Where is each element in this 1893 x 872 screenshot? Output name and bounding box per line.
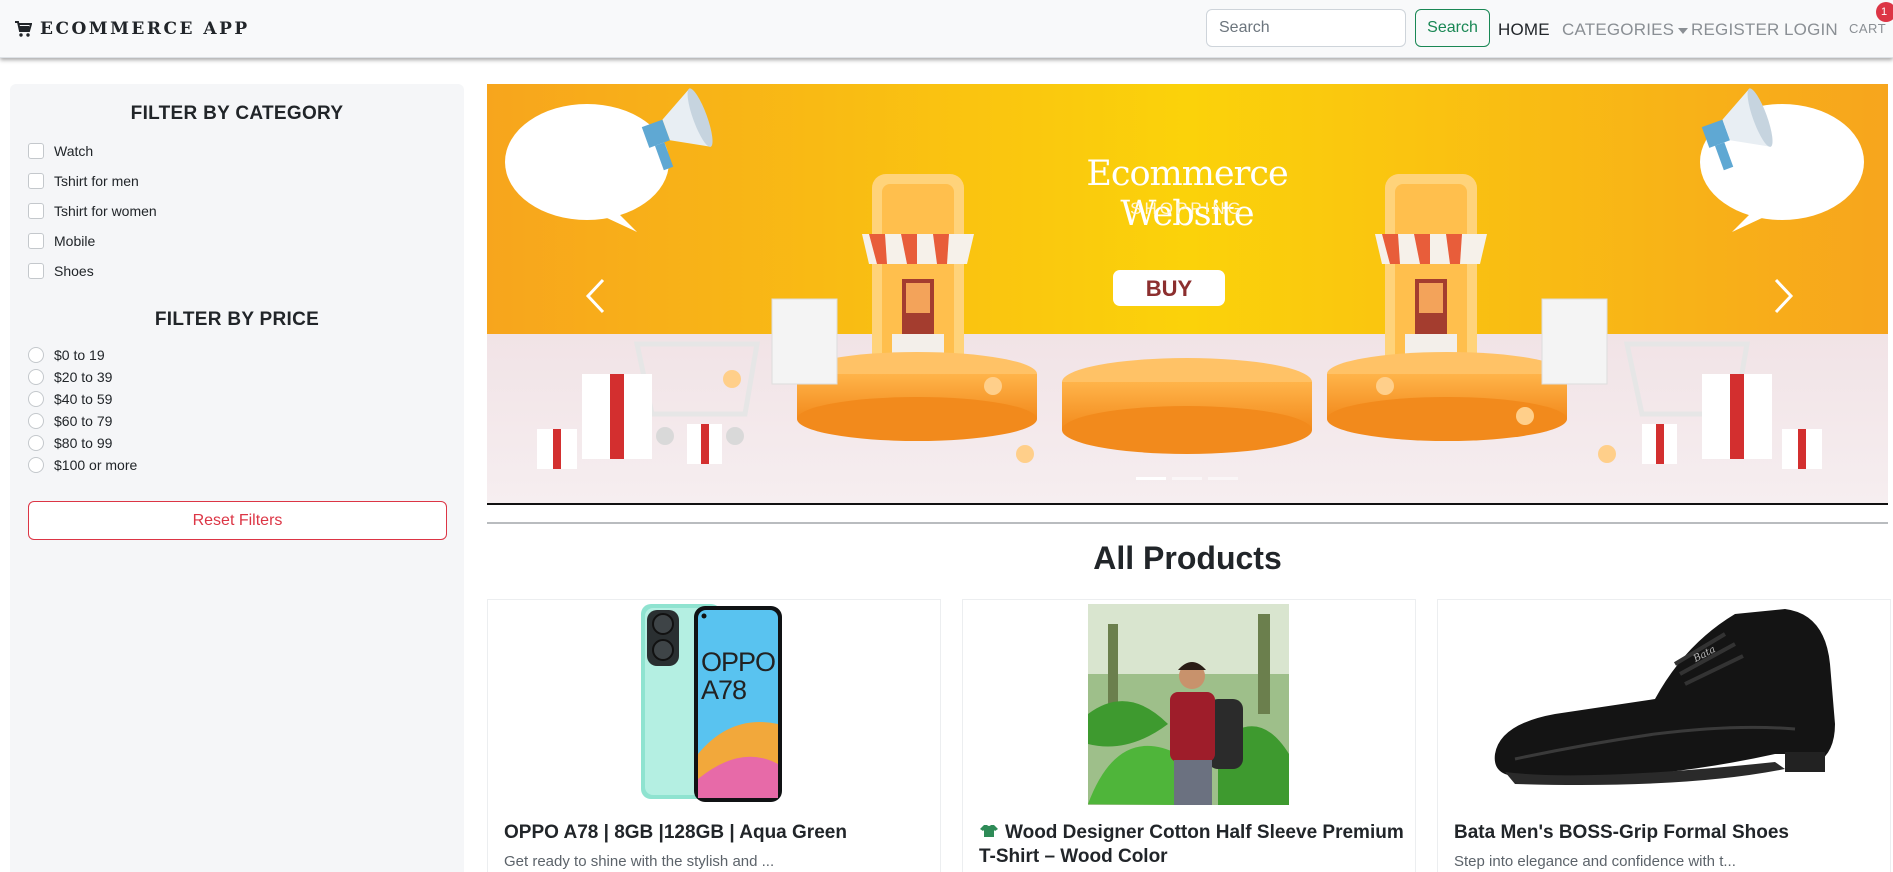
category-filter-title: FILTER BY CATEGORY [130, 103, 344, 124]
cart-icon [15, 21, 32, 37]
brand-name: ECOMMERCE APP [40, 19, 250, 39]
price-label: $40 to 59 [54, 391, 113, 407]
product-title-text: Wood Designer Cotton Half Sleeve Premium… [979, 822, 1404, 867]
product-title[interactable]: Bata Men's BOSS-Grip Formal Shoes [1454, 821, 1884, 845]
product-title[interactable]: OPPO A78 | 8GB |128GB | Aqua Green [504, 821, 934, 845]
navbar: ECOMMERCE APP Search HOME CATEGORIES REG… [0, 0, 1893, 58]
price-filter-80-99[interactable]: $80 to 99 [28, 435, 112, 451]
category-label: Mobile [54, 233, 96, 249]
carousel-indicator-1[interactable] [1136, 477, 1166, 480]
radio-button[interactable] [28, 413, 44, 429]
product-description: Step into elegance and confidence with t… [1454, 853, 1736, 870]
price-filter-40-59[interactable]: $40 to 59 [28, 391, 112, 407]
price-filter-100-plus[interactable]: $100 or more [28, 457, 137, 473]
chevron-right-icon[interactable] [1772, 276, 1796, 316]
product-card[interactable]: OPPO A78 OPPO A78 | 8GB |128GB | Aqua Gr… [487, 599, 941, 872]
category-label: Tshirt for men [54, 173, 139, 189]
nav-categories-dropdown[interactable]: CATEGORIES [1562, 20, 1689, 40]
product-card[interactable]: Bata Bata Men's BOSS-Grip Formal Shoes S… [1437, 599, 1891, 872]
price-filter-20-39[interactable]: $20 to 39 [28, 369, 112, 385]
reset-filters-button[interactable]: Reset Filters [28, 501, 447, 540]
banner-subtitle: SHOPPING [1130, 199, 1244, 218]
category-label: Shoes [54, 263, 94, 279]
banner-title: Ecommerce Website [1086, 154, 1288, 234]
price-filter-0-19[interactable]: $0 to 19 [28, 347, 105, 363]
filter-sidebar: FILTER BY CATEGORY Watch Tshirt for men … [10, 84, 464, 872]
chevron-down-icon [1678, 28, 1689, 34]
category-label: Watch [54, 143, 94, 159]
product-card[interactable]: Wood Designer Cotton Half Sleeve Premium… [962, 599, 1416, 872]
checkbox[interactable] [28, 203, 44, 219]
price-label: $80 to 99 [54, 435, 113, 451]
price-label: $20 to 39 [54, 369, 113, 385]
category-filter-tshirt-women[interactable]: Tshirt for women [28, 203, 157, 219]
product-title[interactable]: Wood Designer Cotton Half Sleeve Premium… [979, 821, 1409, 869]
price-label: $0 to 19 [54, 347, 105, 363]
carousel-indicator-2[interactable] [1172, 477, 1202, 480]
section-divider [487, 522, 1888, 524]
all-products-heading: All Products [1093, 540, 1282, 576]
checkbox[interactable] [28, 263, 44, 279]
nav-register-link[interactable]: REGISTER [1691, 20, 1780, 40]
category-label: Tshirt for women [54, 203, 157, 219]
search-input[interactable] [1206, 9, 1406, 47]
category-filter-shoes[interactable]: Shoes [28, 263, 94, 279]
chevron-left-icon[interactable] [583, 276, 607, 316]
product-image-tshirt-model [1088, 604, 1289, 805]
carousel-indicator-3[interactable] [1208, 477, 1238, 480]
nav-cart-link[interactable]: CART [1849, 21, 1886, 36]
nav-home-link[interactable]: HOME [1498, 20, 1550, 40]
product-image-label: OPPO A78 [701, 647, 776, 705]
nav-login-link[interactable]: LOGIN [1784, 20, 1838, 40]
price-filter-60-79[interactable]: $60 to 79 [28, 413, 112, 429]
category-filter-watch[interactable]: Watch [28, 143, 93, 159]
search-button[interactable]: Search [1415, 9, 1490, 47]
radio-button[interactable] [28, 435, 44, 451]
product-description: Get ready to shine with the stylish and … [504, 853, 775, 870]
product-image-shoe [1494, 609, 1835, 785]
radio-button[interactable] [28, 391, 44, 407]
checkbox[interactable] [28, 173, 44, 189]
tshirt-icon [980, 825, 998, 837]
price-label: $100 or more [54, 457, 138, 473]
banner-buy-button: BUY [1145, 276, 1193, 301]
banner-carousel: Ecommerce Website SHOPPING BUY [487, 84, 1888, 505]
checkbox[interactable] [28, 143, 44, 159]
price-filter-title: FILTER BY PRICE [154, 309, 320, 330]
brand-link[interactable]: ECOMMERCE APP [14, 19, 250, 39]
nav-categories-label: CATEGORIES [1562, 20, 1675, 39]
category-filter-tshirt-men[interactable]: Tshirt for men [28, 173, 139, 189]
cart-count-badge: 1 [1876, 2, 1893, 22]
carousel-indicators [1136, 477, 1238, 480]
radio-button[interactable] [28, 347, 44, 363]
price-label: $60 to 79 [54, 413, 113, 429]
radio-button[interactable] [28, 369, 44, 385]
category-filter-mobile[interactable]: Mobile [28, 233, 95, 249]
radio-button[interactable] [28, 457, 44, 473]
checkbox[interactable] [28, 233, 44, 249]
